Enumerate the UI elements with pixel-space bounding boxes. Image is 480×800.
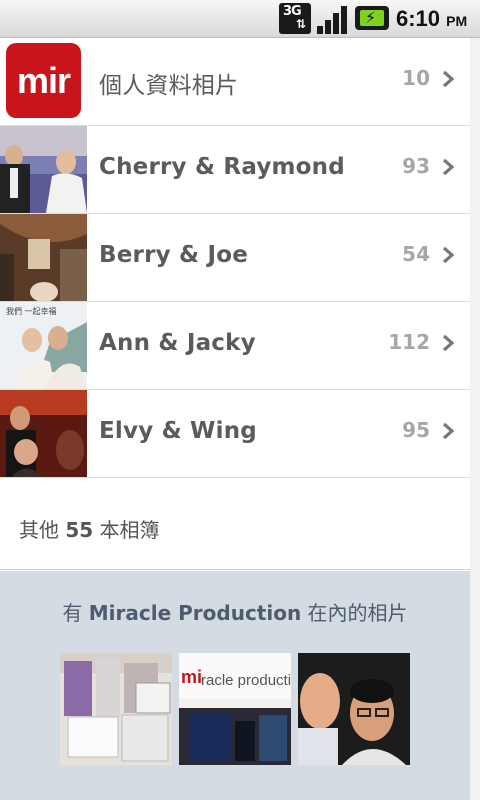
- album-row[interactable]: Berry & Joe 54: [0, 214, 470, 302]
- svg-text:racle producti: racle producti: [201, 672, 291, 689]
- battery-charging-icon: ⚡: [355, 6, 389, 30]
- clock: 6:10 PM: [396, 6, 468, 31]
- network-3g-icon: 3G ⇅: [279, 3, 311, 34]
- chevron-right-icon: [442, 334, 454, 352]
- album-thumbnail: 我們 一起幸福: [0, 302, 87, 389]
- tagged-photo[interactable]: mi racle producti: [179, 653, 291, 765]
- tagged-photo[interactable]: [298, 653, 410, 765]
- chevron-right-icon: [442, 422, 454, 440]
- album-title: Ann & Jacky: [99, 330, 256, 356]
- album-title: Elvy & Wing: [99, 418, 257, 444]
- more-albums-row[interactable]: 其他 55 本相簿: [0, 480, 470, 570]
- album-row-profile-pictures[interactable]: mir 個人資料相片 10: [0, 38, 470, 126]
- album-photo-count: 54: [402, 242, 430, 266]
- svg-text:mi: mi: [181, 667, 202, 687]
- status-bar: 3G ⇅ ⚡ 6:10 PM: [0, 0, 480, 38]
- tagged-photos-title: 有 Miracle Production 在內的相片: [62, 601, 408, 625]
- album-photo-count: 93: [402, 154, 430, 178]
- scrollbar[interactable]: [470, 38, 480, 800]
- album-photo-count: 95: [402, 418, 430, 442]
- chevron-right-icon: [442, 158, 454, 176]
- tagged-photo[interactable]: [60, 653, 172, 765]
- album-row[interactable]: 我們 一起幸福 Ann & Jacky 112: [0, 302, 470, 390]
- chevron-right-icon: [442, 70, 454, 88]
- album-list: mir 個人資料相片 10 Cherry & Raymond 93 Berry …: [0, 38, 470, 478]
- album-thumbnail: [0, 126, 87, 213]
- album-row[interactable]: Elvy & Wing 95: [0, 390, 470, 478]
- album-thumbnail: [0, 214, 87, 301]
- album-title: Berry & Joe: [99, 242, 249, 268]
- album-title: Cherry & Raymond: [99, 154, 345, 180]
- signal-strength-icon: [317, 4, 349, 34]
- svg-text:我們 一起幸福: 我們 一起幸福: [6, 306, 57, 316]
- album-photo-count: 10: [402, 66, 430, 90]
- more-albums-label: 其他 55 本相簿: [19, 518, 160, 542]
- album-title: 個人資料相片: [99, 73, 239, 99]
- mir-logo: mir: [6, 43, 81, 118]
- album-thumbnail: mir: [0, 38, 87, 125]
- album-photo-count: 112: [388, 330, 430, 354]
- album-row[interactable]: Cherry & Raymond 93: [0, 126, 470, 214]
- album-thumbnail: [0, 390, 87, 477]
- chevron-right-icon: [442, 246, 454, 264]
- tagged-photos-section: 有 Miracle Production 在內的相片 mi racle prod…: [0, 571, 470, 800]
